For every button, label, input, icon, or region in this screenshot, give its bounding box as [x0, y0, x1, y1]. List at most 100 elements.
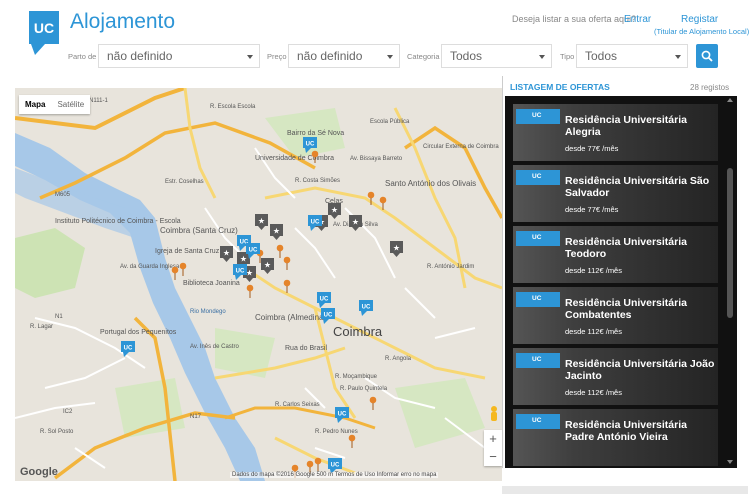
zoom-in-button[interactable]: +	[484, 430, 502, 448]
offer-name: Residência Universitária Padre António V…	[565, 419, 687, 443]
offer-card[interactable]: UC Residência Universitária Teodoro desd…	[513, 226, 718, 283]
map-label-m605: M605	[55, 192, 71, 198]
chevron-down-icon	[387, 55, 393, 59]
filter-select-category[interactable]: Todos	[441, 44, 552, 68]
svg-text:★: ★	[258, 217, 265, 226]
uc-logo[interactable]: UC	[29, 11, 59, 56]
app-title: Alojamento	[70, 10, 176, 33]
filter-value-price: não definido	[297, 49, 363, 63]
svg-text:UC: UC	[320, 297, 329, 303]
search-button[interactable]	[696, 44, 718, 68]
filter-value-type: Todos	[585, 49, 618, 63]
chevron-down-icon	[539, 55, 545, 59]
map-label-r-angola: R. Angola	[385, 356, 412, 362]
svg-text:★: ★	[273, 227, 280, 236]
map-label-coimbra: Coimbra	[333, 324, 383, 339]
map-label-coimbra-santa-cruz: Coimbra (Santa Cruz)	[160, 226, 238, 235]
offer-name: Residência Universitária Alegria	[565, 114, 687, 138]
svg-text:UC: UC	[362, 305, 371, 311]
map-label-r-sol-posto: R. Sol Posto	[40, 429, 74, 435]
map-label-santo-antonio: Santo António dos Olivais	[385, 179, 476, 188]
filter-value-category: Todos	[450, 49, 483, 63]
offer-name: Residência Universitária Combatentes	[565, 297, 687, 321]
offer-name: Residência Universitária João Jacinto	[565, 358, 715, 382]
map-label-bairro-se-nova: Bairro da Sé Nova	[287, 130, 344, 137]
map-label-instituto: Instituto Politécnico de Coimbra - Escol…	[55, 218, 181, 225]
offer-card[interactable]: UC Residência Universitária Padre Antóni…	[513, 409, 718, 466]
svg-text:UC: UC	[249, 248, 258, 254]
map-label-almedina: Coimbra (Almedina)	[255, 313, 326, 322]
register-subtitle[interactable]: (Titular de Alojamento Local)	[654, 27, 749, 36]
google-logo[interactable]: Google	[20, 466, 58, 478]
offer-card[interactable]: UC Residência Universitária João Jacinto…	[513, 348, 718, 405]
map-label-r-costa-simoes: R. Costa Simões	[295, 178, 340, 184]
map-label-av-guarda-inglesa: Av. da Guarda Inglesa	[120, 264, 180, 270]
offer-list-scrollbar[interactable]	[724, 96, 737, 468]
offer-price: desde 112€ /mês	[565, 388, 622, 397]
offer-badge: UC	[516, 414, 560, 429]
svg-text:UC: UC	[306, 142, 315, 148]
map-label-n1: N1	[55, 314, 63, 320]
svg-text:UC: UC	[124, 346, 133, 352]
offer-price: desde 77€ /mês	[565, 205, 619, 214]
chevron-down-icon	[247, 55, 253, 59]
listing-title: LISTAGEM DE OFERTAS	[510, 82, 610, 92]
map-label-universidade: Universidade de Coimbra	[255, 155, 334, 162]
search-icon	[701, 50, 713, 62]
offer-name: Residência Universitária São Salvador	[565, 175, 710, 199]
filter-select-type[interactable]: Todos	[576, 44, 688, 68]
scrollbar-thumb[interactable]	[727, 168, 733, 318]
register-link[interactable]: Registar	[681, 14, 718, 25]
login-link[interactable]: Entrar	[624, 14, 651, 25]
svg-text:★: ★	[264, 261, 271, 270]
svg-text:★: ★	[331, 206, 338, 215]
map-label-portugal-pequenitos: Portugal dos Pequenitos	[100, 329, 177, 336]
offer-badge: UC	[516, 353, 560, 368]
filter-label-from: Parto de	[68, 52, 97, 61]
logo-text: UC	[34, 20, 54, 36]
filter-select-price[interactable]: não definido	[288, 44, 400, 68]
listing-count: 28 registos	[690, 83, 730, 92]
map-label-av-ines-castro: Av. Inês de Castro	[190, 344, 239, 350]
offer-price: desde 77€ /mês	[565, 144, 619, 153]
offer-card[interactable]: UC Residência Universitária Combatentes …	[513, 287, 718, 344]
map-label-estr-coselhas: Estr. Coselhas	[165, 179, 204, 185]
offer-card[interactable]: UC Residência Universitária São Salvador…	[513, 165, 718, 222]
map-type-map-button[interactable]: Mapa	[19, 95, 51, 114]
offer-price: desde 112€ /mês	[565, 266, 622, 275]
map-label-ic2: IC2	[63, 409, 73, 415]
scroll-up-arrow-icon[interactable]	[727, 98, 733, 102]
offer-price: desde 112€ /mês	[565, 327, 622, 336]
map-canvas[interactable]: Coimbra Universidade de Coimbra Santo An…	[15, 88, 502, 481]
map-label-r-paulo-quintela: R. Paulo Quintela	[340, 386, 388, 392]
page: UC Alojamento Deseja listar a sua oferta…	[0, 0, 750, 500]
map-label-r-carlos-seixas: R. Carlos Seixas	[275, 402, 320, 408]
filter-label-category: Categoria	[407, 52, 440, 61]
map-label-r-antonio-jardim: R. António Jardim	[427, 264, 474, 270]
offer-card[interactable]: UC Residência Universitária Alegria desd…	[513, 104, 718, 161]
map-label-r-pedro-nunes: R. Pedro Nunes	[315, 429, 358, 435]
zoom-out-button[interactable]: −	[484, 448, 502, 466]
map-type-satellite-button[interactable]: Satélite	[51, 95, 90, 114]
chevron-down-icon	[675, 55, 681, 59]
filter-value-from: não definido	[107, 49, 173, 63]
offer-badge: UC	[516, 170, 560, 185]
map-label-circular: Circular Externa de Coimbra	[423, 144, 499, 150]
filter-label-price: Preço	[267, 52, 287, 61]
filter-select-from[interactable]: não definido	[98, 44, 260, 68]
map-label-rio-mondego: Rio Mondego	[190, 309, 226, 315]
pegman-icon[interactable]	[491, 406, 497, 421]
offer-badge: UC	[516, 231, 560, 246]
map-label-av-bissaya: Av. Bissaya Barreto	[350, 156, 403, 162]
svg-text:UC: UC	[331, 463, 340, 469]
map-label-r-mocambique: R. Moçambique	[335, 374, 378, 380]
scroll-down-arrow-icon[interactable]	[727, 460, 733, 464]
svg-text:UC: UC	[324, 313, 333, 319]
horizontal-scrollbar[interactable]	[502, 486, 748, 494]
map-attribution[interactable]: Dados do mapa ©2016 Google 500 m Termos …	[230, 472, 439, 478]
svg-text:UC: UC	[311, 220, 320, 226]
offer-list[interactable]: UC Residência Universitária Alegria desd…	[505, 96, 737, 468]
svg-text:★: ★	[352, 218, 359, 227]
offer-badge: UC	[516, 109, 560, 124]
svg-text:★: ★	[223, 249, 230, 258]
